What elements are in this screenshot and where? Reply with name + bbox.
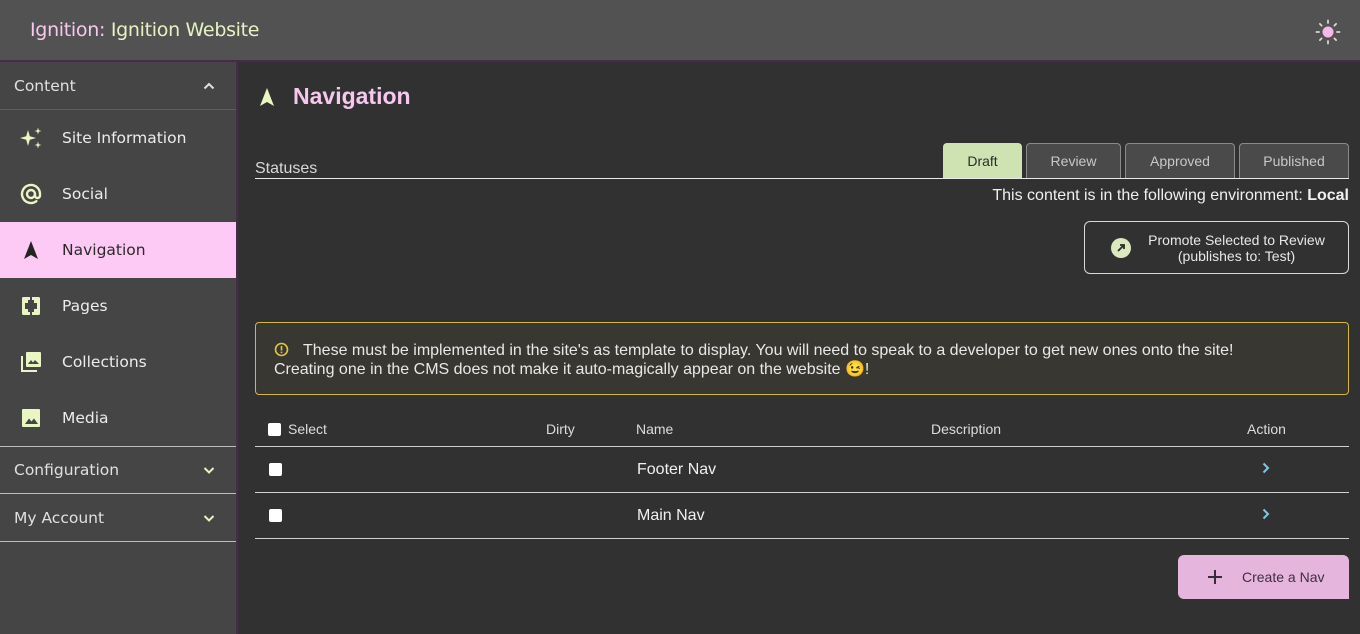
app-title-prefix: Ignition: <box>30 19 106 41</box>
sidebar-section-configuration[interactable]: Configuration <box>0 446 236 494</box>
sidebar-item-collections[interactable]: Collections <box>0 334 236 390</box>
sidebar-item-navigation[interactable]: Navigation <box>0 222 236 278</box>
column-description: Description <box>931 421 1002 437</box>
sidebar-section-label: My Account <box>14 508 105 527</box>
collections-icon <box>19 350 43 374</box>
chevron-right-icon <box>1262 462 1270 473</box>
app-title: Ignition: Ignition Website <box>30 19 260 41</box>
sidebar-section-label: Configuration <box>14 461 120 479</box>
image-icon <box>19 406 43 430</box>
at-sign-icon <box>19 182 43 206</box>
sidebar-section-content[interactable]: Content <box>0 62 236 110</box>
sparkles-icon <box>19 126 43 150</box>
environment-value: Local <box>1307 187 1349 204</box>
promote-selected-button[interactable]: Promote Selected to Review (publishes to… <box>1084 221 1349 274</box>
statuses-label: Statuses <box>255 160 318 177</box>
sidebar-item-label: Navigation <box>62 241 146 259</box>
sidebar-item-label: Media <box>62 409 109 427</box>
alert-line2: Creating one in the CMS does not make it… <box>274 361 870 378</box>
sidebar-item-label: Site Information <box>62 129 187 147</box>
pages-icon <box>19 294 43 318</box>
page-header: Navigation <box>257 83 411 110</box>
row-open-button[interactable] <box>1259 445 1273 490</box>
sidebar-item-pages[interactable]: Pages <box>0 278 236 334</box>
table-row: Main Nav <box>255 493 1349 539</box>
chevron-down-icon <box>203 514 215 522</box>
sidebar-item-label: Pages <box>62 297 108 315</box>
sidebar-item-label: Collections <box>62 353 147 371</box>
plus-icon <box>1208 570 1222 584</box>
tab-review[interactable]: Review <box>1026 143 1121 178</box>
tab-approved[interactable]: Approved <box>1125 143 1235 178</box>
promote-button-label: Promote Selected to Review (publishes to… <box>1147 232 1348 264</box>
top-app-bar: Ignition: Ignition Website <box>0 0 1360 62</box>
row-checkbox[interactable] <box>269 463 282 476</box>
chevron-up-icon <box>203 82 215 89</box>
row-open-button[interactable] <box>1259 491 1273 536</box>
page-title: Navigation <box>293 83 411 109</box>
warning-circle-icon <box>274 342 289 357</box>
sidebar-item-social[interactable]: Social <box>0 166 236 222</box>
tab-draft[interactable]: Draft <box>943 143 1022 178</box>
chevron-right-icon <box>1262 508 1270 519</box>
navigation-arrow-icon <box>260 87 274 106</box>
column-name: Name <box>636 421 674 437</box>
theme-toggle-button[interactable] <box>1314 18 1342 46</box>
select-column-header: Select <box>268 412 327 446</box>
navigation-arrow-icon <box>19 238 43 262</box>
environment-prefix: This content is in the following environ… <box>992 187 1308 204</box>
arrow-up-right-circle-icon <box>1111 237 1131 258</box>
row-checkbox[interactable] <box>269 509 282 522</box>
row-name: Footer Nav <box>637 460 717 478</box>
create-nav-label: Create a Nav <box>1242 569 1325 585</box>
nav-table: Select Dirty Name Description Action Foo… <box>255 412 1349 539</box>
status-tabs: Draft Review Approved Published <box>943 143 1349 178</box>
sidebar-section-my-account[interactable]: My Account <box>0 494 236 542</box>
sidebar-item-media[interactable]: Media <box>0 390 236 446</box>
sidebar: Content Site Information Social Navigati… <box>0 62 238 634</box>
environment-info: This content is in the following environ… <box>992 187 1349 205</box>
column-action: Action <box>1247 421 1286 437</box>
column-dirty: Dirty <box>546 421 575 437</box>
tabs-divider <box>255 178 1349 179</box>
row-name: Main Nav <box>637 506 705 524</box>
promote-button-line2: (publishes to: Test) <box>1177 247 1296 264</box>
sidebar-item-label: Social <box>62 185 108 203</box>
sidebar-item-site-information[interactable]: Site Information <box>0 110 236 166</box>
select-all-checkbox[interactable] <box>268 422 281 436</box>
app-title-site: Ignition Website <box>105 19 260 41</box>
column-select: Select <box>288 421 327 437</box>
table-header: Select Dirty Name Description Action <box>255 412 1349 447</box>
sidebar-section-label: Content <box>14 76 76 95</box>
info-alert: These must be implemented in the site's … <box>255 322 1349 395</box>
create-nav-button[interactable]: Create a Nav <box>1178 555 1349 599</box>
main-content: Navigation Statuses Draft Review Approve… <box>240 62 1360 634</box>
promote-button-line1: Promote Selected to Review <box>1148 231 1325 248</box>
alert-line1: These must be implemented in the site's … <box>303 342 1234 359</box>
chevron-down-icon <box>203 467 215 474</box>
tab-published[interactable]: Published <box>1239 143 1349 178</box>
table-row: Footer Nav <box>255 447 1349 493</box>
sun-icon <box>1315 19 1341 45</box>
